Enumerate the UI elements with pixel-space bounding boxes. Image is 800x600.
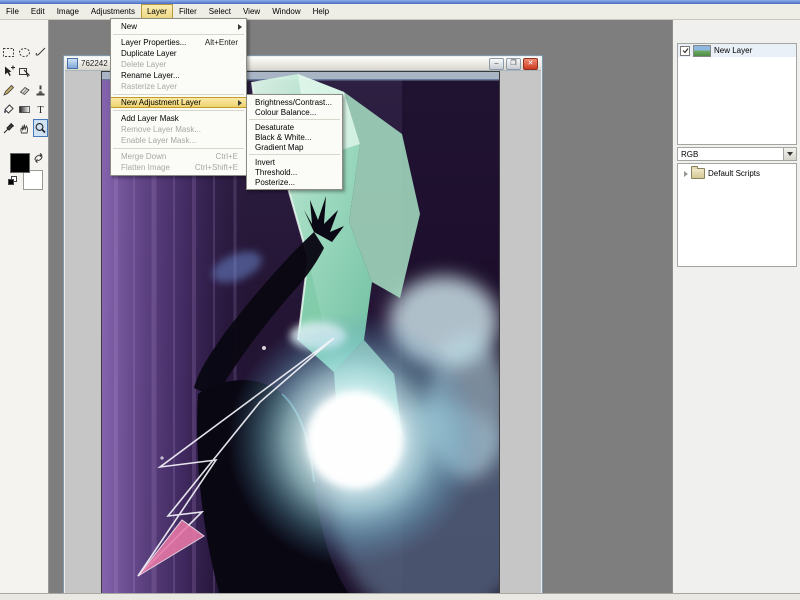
submenu-item-threshold[interactable]: Threshold... xyxy=(247,167,342,177)
eyedropper-tool[interactable] xyxy=(1,119,16,137)
menu-adjustments[interactable]: Adjustments xyxy=(85,4,141,19)
menu-item-add-layer-mask[interactable]: Add Layer Mask xyxy=(111,113,246,124)
clone-stamp-tool[interactable] xyxy=(33,81,48,99)
menu-select[interactable]: Select xyxy=(203,4,237,19)
color-swatches xyxy=(0,147,48,197)
zoom-tool[interactable] xyxy=(32,119,48,137)
submenu-arrow-icon xyxy=(238,99,242,106)
minimize-button[interactable]: – xyxy=(489,57,504,70)
text-icon: T xyxy=(34,103,47,116)
submenu-item-gradient-map[interactable]: Gradient Map xyxy=(247,142,342,152)
swap-colors-icon[interactable] xyxy=(33,152,45,166)
menu-view[interactable]: View xyxy=(237,4,266,19)
pencil-icon xyxy=(2,84,15,97)
layer-menu: New Layer Properties... Alt+Enter Duplic… xyxy=(110,18,247,176)
move-icon xyxy=(2,65,15,78)
submenu-item-desaturate[interactable]: Desaturate xyxy=(247,122,342,132)
menu-image[interactable]: Image xyxy=(51,4,85,19)
tool-grid: T xyxy=(1,43,48,137)
pan-tool[interactable] xyxy=(17,119,32,137)
scripts-tree-item[interactable]: Default Scripts xyxy=(678,164,796,180)
maximize-button[interactable]: ❐ xyxy=(506,57,521,70)
menu-item-layer-properties[interactable]: Layer Properties... Alt+Enter xyxy=(111,37,246,48)
document-window-buttons: – ❐ ✕ xyxy=(489,57,541,70)
magic-wand-tool[interactable] xyxy=(17,62,32,80)
ellipse-select-icon xyxy=(18,46,31,59)
paint-bucket-tool[interactable] xyxy=(1,100,16,118)
menu-item-merge-down: Merge Down Ctrl+E xyxy=(121,152,238,161)
menu-item-enable-layer-mask: Enable Layer Mask... xyxy=(121,136,197,145)
folder-icon xyxy=(691,166,705,179)
submenu-item-colour-balance[interactable]: Colour Balance... xyxy=(247,107,342,117)
channel-selector[interactable]: RGB xyxy=(677,147,797,161)
application-window: File Edit Image Adjustments Layer Filter… xyxy=(0,0,800,600)
menu-item-delete-layer: Delete Layer xyxy=(121,60,167,69)
layer-row[interactable]: New Layer xyxy=(678,44,796,57)
layers-panel: New Layer xyxy=(677,43,797,145)
menu-filter[interactable]: Filter xyxy=(173,4,203,19)
menu-item-flatten-image: Flatten Image Ctrl+Shift+E xyxy=(121,163,238,172)
document-title: 762242 xyxy=(81,59,108,68)
pencil-tool[interactable] xyxy=(1,81,16,99)
menu-edit[interactable]: Edit xyxy=(25,4,51,19)
scripts-panel: Default Scripts xyxy=(677,163,797,267)
submenu-item-posterize[interactable]: Posterize... xyxy=(247,177,342,187)
menu-window[interactable]: Window xyxy=(266,4,306,19)
eraser-tool[interactable] xyxy=(17,81,32,99)
new-adjustment-layer-submenu: Brightness/Contrast... Colour Balance...… xyxy=(246,94,343,190)
text-tool[interactable]: T xyxy=(33,100,48,118)
status-bar xyxy=(0,593,800,600)
gradient-tool[interactable] xyxy=(17,100,32,118)
gradient-icon xyxy=(18,103,31,116)
reset-colors-icon[interactable] xyxy=(8,176,18,188)
tool-panel: T xyxy=(0,19,49,593)
channel-value: RGB xyxy=(681,149,699,159)
menu-item-new[interactable]: New xyxy=(111,21,246,32)
layer-thumbnail xyxy=(693,44,711,57)
chevron-down-icon xyxy=(787,152,793,156)
empty-slot xyxy=(33,62,48,80)
menu-file[interactable]: File xyxy=(0,4,25,19)
eraser-icon xyxy=(18,84,31,97)
menu-item-remove-layer-mask: Remove Layer Mask... xyxy=(121,125,202,134)
menu-layer[interactable]: Layer xyxy=(140,4,173,19)
magic-wand-icon xyxy=(18,65,31,78)
close-button[interactable]: ✕ xyxy=(523,57,538,70)
menu-item-duplicate-layer[interactable]: Duplicate Layer xyxy=(111,48,246,59)
pan-hand-icon xyxy=(18,122,31,135)
svg-text:T: T xyxy=(37,105,43,116)
document-icon xyxy=(67,58,78,69)
ellipse-select-tool[interactable] xyxy=(17,43,32,61)
submenu-item-brightness-contrast[interactable]: Brightness/Contrast... xyxy=(247,97,342,107)
clone-stamp-icon xyxy=(34,84,47,97)
right-panel: New Layer RGB Default Scripts xyxy=(672,19,800,600)
expander-icon[interactable] xyxy=(684,170,688,177)
layer-name: New Layer xyxy=(714,46,753,55)
zoom-icon xyxy=(34,122,47,135)
lasso-select-icon xyxy=(34,46,47,59)
submenu-arrow-icon xyxy=(238,23,242,30)
lasso-select-tool[interactable] xyxy=(33,43,48,61)
eyedropper-icon xyxy=(2,122,15,135)
scripts-folder-label: Default Scripts xyxy=(708,169,761,178)
channel-dropdown-button[interactable] xyxy=(783,148,796,160)
rectangle-select-icon xyxy=(2,46,15,59)
move-tool[interactable] xyxy=(1,62,16,80)
menu-help[interactable]: Help xyxy=(307,4,335,19)
submenu-item-invert[interactable]: Invert xyxy=(247,157,342,167)
rectangle-select-tool[interactable] xyxy=(1,43,16,61)
layer-visibility-checkbox[interactable] xyxy=(680,45,690,56)
paint-bucket-icon xyxy=(2,103,15,116)
foreground-color-swatch[interactable] xyxy=(10,153,30,173)
submenu-item-black-and-white[interactable]: Black & White... xyxy=(247,132,342,142)
menu-item-new-adjustment-layer[interactable]: New Adjustment Layer xyxy=(111,97,246,108)
menu-item-rasterize-layer: Rasterize Layer xyxy=(121,82,178,91)
menu-item-rename-layer[interactable]: Rename Layer... xyxy=(111,70,246,81)
background-color-swatch[interactable] xyxy=(23,170,43,190)
